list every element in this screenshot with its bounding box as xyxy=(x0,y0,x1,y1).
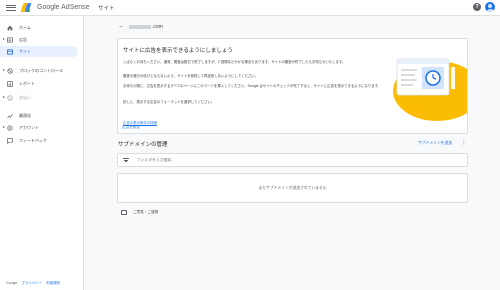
page-title: サイト xyxy=(98,6,115,12)
reports-icon xyxy=(7,80,13,87)
privacy-link[interactable]: プライバシー xyxy=(21,281,42,286)
feedback-button[interactable]: ご意見・ご感想 xyxy=(121,210,158,215)
filter-icon xyxy=(123,158,129,162)
top-app-bar: Google AdSense サイト ? xyxy=(0,0,500,16)
sidebar-item-label: サイト xyxy=(19,48,31,54)
card-paragraph: お待ちの間に、広告を表示するすべてのページにこのコードを挿入してください。Goo… xyxy=(123,84,382,88)
card-paragraph: しばらくお待ちください。通常、審査は数日で終了しますが、2 週間ほどかかる場合も… xyxy=(123,60,346,64)
subdomain-filter-input[interactable] xyxy=(137,158,437,162)
brand-name: Google AdSense xyxy=(37,4,90,11)
svg-text:$: $ xyxy=(9,96,11,100)
optimization-icon xyxy=(7,113,13,119)
payments-icon: $ xyxy=(7,94,13,101)
subdomain-filter-bar xyxy=(117,153,468,167)
card-title: サイトに広告を表示できるようにしましょう xyxy=(123,48,233,54)
site-header: ← .com xyxy=(118,23,163,30)
more-options-icon[interactable]: ⋮ xyxy=(461,140,467,146)
sidebar-item-optimization[interactable]: 最適化 xyxy=(0,110,78,121)
empty-state-text: まだサブドメインが追加されていません xyxy=(258,185,327,190)
expand-arrow-icon xyxy=(3,126,5,128)
sidebar-item-label: 最適化 xyxy=(19,112,31,118)
sidebar-item-reports[interactable]: レポート xyxy=(0,78,78,89)
sidebar-item-account[interactable]: アカウント xyxy=(0,122,78,133)
site-domain: .com xyxy=(152,23,163,30)
add-subdomain-button[interactable]: サブドメインを追加 xyxy=(418,141,452,146)
expand-arrow-icon xyxy=(3,69,5,71)
sidebar-item-home[interactable]: ホーム xyxy=(0,22,78,33)
sidebar-item-label: フィードバック xyxy=(19,137,47,143)
sidebar-item-label: 支払い xyxy=(19,94,31,100)
sites-icon xyxy=(7,49,13,55)
subdomain-section-title: サブドメインの管理 xyxy=(118,142,168,148)
sidebar: ホーム 広告 サイト ブロックのコントロール レポート $ 支払い 最適化 アカ… xyxy=(0,16,84,290)
avatar[interactable] xyxy=(485,2,495,12)
sidebar-item-feedback[interactable]: フィードバック xyxy=(0,135,78,146)
feedback-icon xyxy=(121,210,127,215)
setup-ads-link[interactable]: 広告を設定 xyxy=(122,125,140,130)
feedback-label: ご意見・ご感想 xyxy=(133,210,159,214)
expand-arrow-icon xyxy=(3,96,5,98)
adsense-logo-icon xyxy=(20,3,32,12)
review-illustration xyxy=(393,58,467,121)
menu-icon[interactable] xyxy=(6,4,16,11)
footer-links: Google プライバシー 利用規約 xyxy=(6,281,60,286)
back-arrow-icon[interactable]: ← xyxy=(118,23,125,30)
account-icon xyxy=(7,124,13,131)
expand-arrow-icon xyxy=(3,38,5,40)
home-icon xyxy=(7,25,13,31)
sidebar-item-label: ブロックのコントロール xyxy=(19,67,63,73)
terms-link[interactable]: 利用規約 xyxy=(46,281,60,286)
sidebar-item-block-controls[interactable]: ブロックのコントロール xyxy=(0,65,78,76)
sidebar-item-sites[interactable]: サイト xyxy=(0,46,78,57)
block-icon xyxy=(7,67,13,74)
sidebar-item-label: レポート xyxy=(19,80,35,86)
sidebar-item-ads[interactable]: 広告 xyxy=(0,34,78,45)
footer-google: Google xyxy=(6,281,18,285)
feedback-icon xyxy=(7,137,13,144)
card-paragraph: 審査の進行の妨げとならないよう、サイトを削除して再送信しないようにしてください。 xyxy=(123,74,259,78)
card-paragraph: 試しに、表示する広告のフォーマットを選択してください。 xyxy=(123,100,215,104)
subdomain-empty-state: まだサブドメインが追加されていません xyxy=(117,173,468,203)
site-review-card: サイトに広告を表示できるようにしましょう しばらくお待ちください。通常、審査は数… xyxy=(117,38,468,134)
site-name-redacted xyxy=(129,24,151,29)
sidebar-item-label: 広告 xyxy=(19,36,27,42)
help-icon[interactable]: ? xyxy=(473,3,481,11)
brand-adsense: AdSense xyxy=(61,4,90,11)
sidebar-item-label: ホーム xyxy=(19,24,31,30)
sidebar-item-payments[interactable]: $ 支払い xyxy=(0,92,78,103)
sidebar-item-label: アカウント xyxy=(19,124,39,130)
ads-icon xyxy=(7,37,13,43)
brand-google: Google xyxy=(37,4,60,11)
